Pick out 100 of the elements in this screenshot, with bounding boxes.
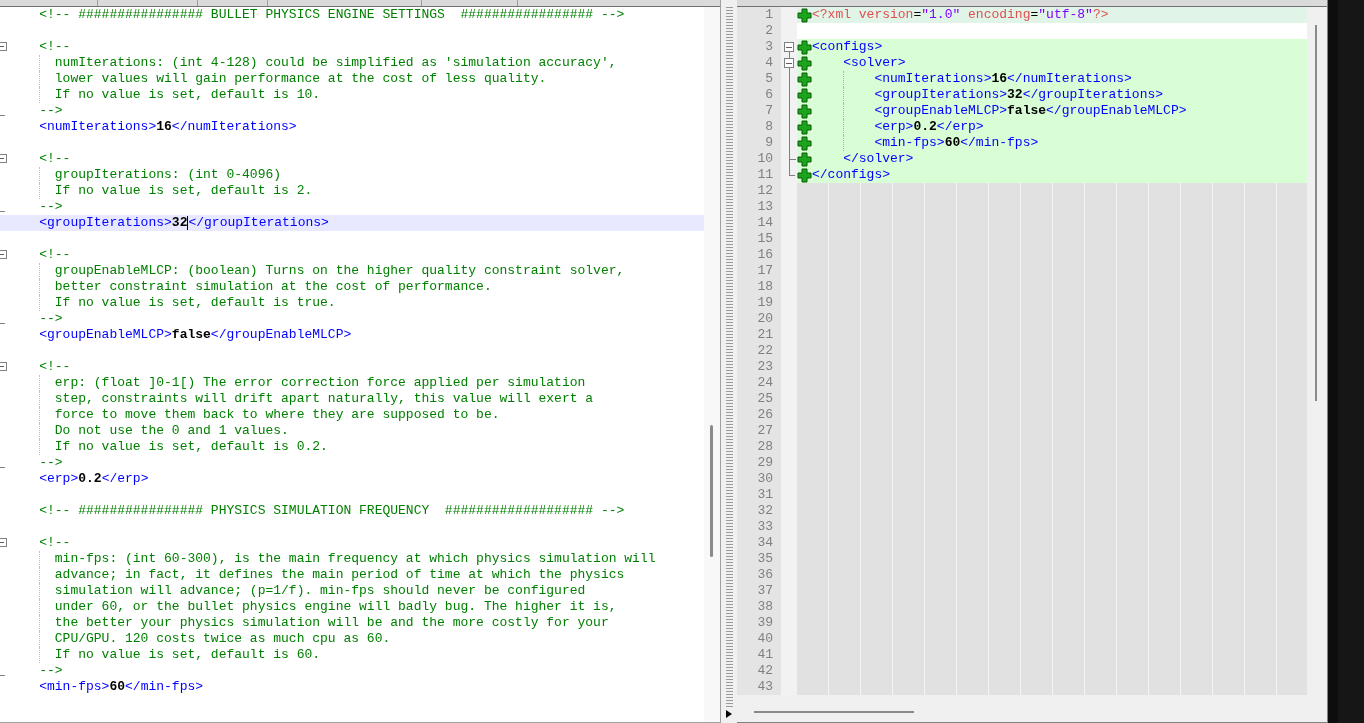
code-line: <?xml version="1.0" encoding="utf-8"?> <box>812 7 1109 22</box>
line-number: 37 <box>737 583 781 599</box>
plus-icon <box>797 55 812 71</box>
comment-line: groupIterations: (int 0-4096) <box>53 167 282 182</box>
comment-line: erp: (float ]0-1[) The error correction force applied per simulation <box>53 375 586 390</box>
comment-line: min-fps: (int 60-300), is the main frequency at which physics simulation will <box>53 551 656 566</box>
line-number: 24 <box>737 375 781 391</box>
plus-icon <box>797 7 812 23</box>
line-number: 33 <box>737 519 781 535</box>
arrow-right-icon[interactable] <box>725 709 733 719</box>
xml-element-line: <erp>0.2</erp> <box>38 471 149 486</box>
comment-line: advance; in fact, it defines the main period of time at which the physics <box>53 567 625 582</box>
plus-icon <box>797 151 812 167</box>
line-number: 18 <box>737 279 781 295</box>
vertical-scrollbar[interactable] <box>704 7 720 722</box>
line-number: 14 <box>737 215 781 231</box>
line-number: 35 <box>737 551 781 567</box>
line-number: 2 <box>737 23 781 39</box>
line-number: 25 <box>737 391 781 407</box>
line-number: 36 <box>737 567 781 583</box>
line-number: 27 <box>737 423 781 439</box>
fold-toggle-icon[interactable] <box>0 250 7 259</box>
line-number: 40 <box>737 631 781 647</box>
code-line: <min-fps>60</min-fps> <box>873 135 1039 150</box>
line-number: 11 <box>737 167 781 183</box>
comment-line: force to move them back to where they are supposed to be. <box>53 407 500 422</box>
fold-toggle-icon[interactable] <box>0 154 7 163</box>
comment-line: If no value is set, default is 10. <box>53 87 321 102</box>
comment-line: <!-- <box>38 151 71 166</box>
comment-line: better constraint simulation at the cost of performance. <box>53 279 492 294</box>
line-number: 26 <box>737 407 781 423</box>
line-number: 42 <box>737 663 781 679</box>
comment-line: --> <box>38 663 63 678</box>
comment-line: <!-- <box>38 39 71 54</box>
line-number: 10 <box>737 151 781 167</box>
line-number: 21 <box>737 327 781 343</box>
line-number: 19 <box>737 295 781 311</box>
line-number: 43 <box>737 679 781 695</box>
fold-toggle-icon[interactable] <box>0 42 7 51</box>
line-number: 15 <box>737 231 781 247</box>
line-number: 13 <box>737 199 781 215</box>
comment-line: Do not use the 0 and 1 values. <box>53 423 289 438</box>
plus-icon <box>797 135 812 151</box>
line-number: 17 <box>737 263 781 279</box>
comment-line: <!-- <box>38 359 71 374</box>
line-number: 1 <box>737 7 781 23</box>
code-line: </solver> <box>842 151 914 166</box>
code-line: <numIterations>16</numIterations> <box>873 71 1132 86</box>
line-number: 41 <box>737 647 781 663</box>
line-number: 32 <box>737 503 781 519</box>
line-number: 31 <box>737 487 781 503</box>
line-number: 39 <box>737 615 781 631</box>
comment-line: If no value is set, default is true. <box>53 295 336 310</box>
plus-icon <box>797 39 812 55</box>
line-number: 8 <box>737 119 781 135</box>
code-line: <groupEnableMLCP>false</groupEnableMLCP> <box>873 103 1187 118</box>
line-number: 38 <box>737 599 781 615</box>
xml-element-line: <min-fps>60</min-fps> <box>38 679 204 694</box>
xml-element-line: <numIterations>16</numIterations> <box>38 119 297 134</box>
comment-line: <!-- <box>38 247 71 262</box>
comment-line: If no value is set, default is 0.2. <box>53 439 328 454</box>
code-line: </configs> <box>812 167 890 182</box>
comment-line: --> <box>38 103 63 118</box>
line-number: 16 <box>737 247 781 263</box>
line-number: 34 <box>737 535 781 551</box>
comment-line: numIterations: (int 4-128) could be simplified as 'simulation accuracy', <box>53 55 617 70</box>
comment-line: If no value is set, default is 2. <box>53 183 313 198</box>
comment-line: groupEnableMLCP: (boolean) Turns on the higher quality constraint solver, <box>53 263 625 278</box>
comment-line: <!-- ################ PHYSICS SIMULATION FREQUENCY ################### --> <box>38 503 625 518</box>
comment-line: --> <box>38 311 63 326</box>
comment-line: step, constraints will drift apart naturally, this value will exert a <box>53 391 594 406</box>
line-number: 22 <box>737 343 781 359</box>
line-number: 28 <box>737 439 781 455</box>
plus-icon <box>797 103 812 119</box>
line-number: 7 <box>737 103 781 119</box>
fold-toggle-icon[interactable] <box>0 538 7 547</box>
comment-line: <!-- ################ BULLET PHYSICS ENGINE SETTINGS ################# --> <box>38 7 625 22</box>
comment-line: --> <box>38 199 63 214</box>
code-line: <groupIterations>32</groupIterations> <box>873 87 1164 102</box>
code-line: <solver> <box>842 55 906 70</box>
fold-toggle-icon[interactable] <box>0 362 7 371</box>
fold-toggle-icon[interactable] <box>781 55 797 71</box>
plus-icon <box>797 87 812 103</box>
plus-icon <box>797 71 812 87</box>
code-line: <configs> <box>812 39 883 54</box>
xml-element-line: <groupEnableMLCP>false</groupEnableMLCP> <box>38 327 352 342</box>
comment-line: --> <box>38 455 63 470</box>
plus-icon <box>797 167 812 183</box>
fold-toggle-icon[interactable] <box>781 39 797 55</box>
comment-line: under 60, or the bullet physics engine will badly bug. The higher it is, <box>53 599 617 614</box>
line-number: 5 <box>737 71 781 87</box>
xml-element-line: <groupIterations>32</groupIterations> <box>38 215 329 230</box>
line-number: 6 <box>737 87 781 103</box>
line-number: 30 <box>737 471 781 487</box>
comment-line: lower values will gain performance at the cost of less quality. <box>53 71 547 86</box>
line-number: 9 <box>737 135 781 151</box>
line-number: 29 <box>737 455 781 471</box>
line-number: 23 <box>737 359 781 375</box>
comment-line: the better your physics simulation will be and the more costly for your <box>53 615 609 630</box>
comment-line: If no value is set, default is 60. <box>53 647 321 662</box>
